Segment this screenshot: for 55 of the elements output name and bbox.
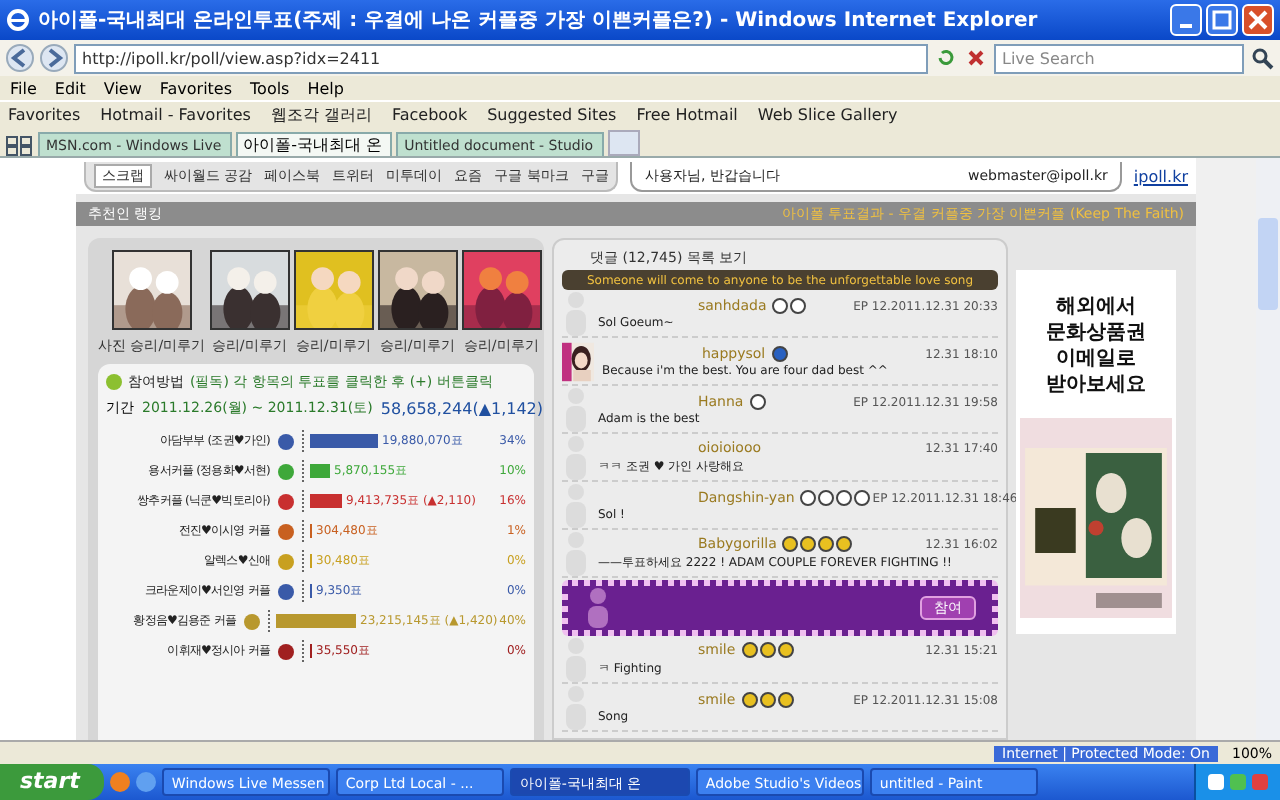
ad-text: 해외에서: [1056, 294, 1136, 320]
minimize-icon: [1180, 24, 1192, 28]
menu-item[interactable]: Edit: [54, 79, 86, 97]
ad-text: 받아보세요: [1046, 372, 1146, 398]
maximize-button[interactable]: [1206, 4, 1238, 36]
favorite-link[interactable]: 웹조각 갤러리: [270, 104, 372, 126]
vote-button[interactable]: [278, 583, 294, 599]
avatar-icon: [562, 290, 590, 338]
scrollbar[interactable]: [1256, 158, 1280, 740]
stop-icon[interactable]: [964, 46, 988, 70]
menu-item[interactable]: Tools: [250, 79, 290, 97]
refresh-icon[interactable]: [934, 46, 958, 70]
menu-item[interactable]: Favorites: [159, 79, 233, 97]
avatar-icon: [562, 636, 590, 684]
favorite-link[interactable]: Web Slice Gallery: [757, 106, 898, 124]
search-icon[interactable]: [1250, 46, 1274, 70]
quick-tabs-icon[interactable]: [6, 136, 34, 156]
ad-text: 문화상품권: [1046, 320, 1146, 346]
vote-button[interactable]: [278, 433, 294, 449]
favorite-link[interactable]: Favorites: [8, 106, 81, 124]
vote-button[interactable]: [278, 643, 294, 659]
favorite-link[interactable]: Facebook: [391, 106, 468, 124]
menu-item[interactable]: File: [10, 79, 37, 97]
site-link[interactable]: ipoll.kr: [1133, 167, 1188, 185]
avatar-icon: [562, 434, 590, 482]
browser-icon: [6, 8, 30, 32]
info-icon: [106, 374, 122, 390]
person-icon: [584, 586, 612, 630]
level-badge-icon: [771, 346, 788, 362]
close-icon: [1248, 10, 1268, 30]
close-button[interactable]: [1242, 4, 1274, 36]
search-field[interactable]: Live Search: [994, 43, 1244, 73]
vote-button[interactable]: [278, 523, 294, 539]
total-votes: 58,658,244(▲1,142): [380, 399, 544, 417]
avatar-icon: [562, 482, 590, 530]
vote-button[interactable]: [278, 493, 294, 509]
forward-button[interactable]: [40, 44, 68, 72]
favorite-link[interactable]: Free Hotmail: [636, 106, 738, 124]
favorite-link[interactable]: Suggested Sites: [487, 106, 617, 124]
minimize-button[interactable]: [1170, 4, 1202, 36]
maximize-icon: [1212, 10, 1232, 30]
menu-item[interactable]: Help: [307, 79, 344, 97]
menu-item[interactable]: View: [103, 79, 142, 97]
favorite-link[interactable]: Hotmail - Favorites: [100, 106, 251, 124]
address-field[interactable]: http://ipoll.kr/poll/view.asp?idx=2411: [74, 43, 928, 73]
ad-text: 이메일로: [1056, 346, 1136, 372]
avatar-icon: [562, 530, 590, 578]
avatar-icon: [562, 386, 590, 434]
back-button[interactable]: [6, 44, 34, 72]
start-button[interactable]: start: [0, 764, 104, 800]
level-badge-icon: [749, 394, 766, 410]
ad-banner[interactable]: 해외에서 문화상품권 이메일로 받아보세요: [1016, 270, 1176, 634]
window-title: 아이폴-국내최대 온라인투표(주제 : 우결에 나온 커플중 가장 이쁜커플은?) - Windows Internet Explorer: [38, 8, 1040, 34]
browser-tab[interactable]: 아이폴-국내최대 온: [235, 132, 393, 156]
avatar-icon: [562, 684, 590, 732]
